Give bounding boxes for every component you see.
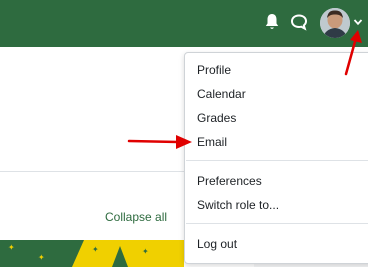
menu-item-email[interactable]: Email — [197, 135, 227, 149]
menu-item-preferences[interactable]: Preferences — [197, 174, 262, 188]
avatar[interactable] — [320, 8, 350, 38]
svg-text:✦: ✦ — [142, 247, 149, 256]
menu-divider — [186, 160, 368, 161]
menu-item-switch-role[interactable]: Switch role to... — [197, 198, 279, 212]
top-navbar — [0, 0, 368, 47]
avatar-photo — [320, 8, 350, 38]
chat-icon[interactable] — [290, 13, 308, 31]
menu-item-profile[interactable]: Profile — [197, 63, 231, 77]
menu-item-grades[interactable]: Grades — [197, 111, 236, 125]
collapse-all-link[interactable]: Collapse all — [105, 210, 167, 224]
user-menu-dropdown: Profile Calendar Grades Email Preference… — [184, 52, 368, 264]
chevron-down-icon[interactable] — [353, 18, 363, 26]
svg-text:✦: ✦ — [8, 243, 15, 252]
svg-text:✦: ✦ — [38, 253, 45, 262]
course-banner-image: ✦ ✦ ✦ ✦ — [0, 240, 184, 267]
svg-text:✦: ✦ — [92, 245, 99, 254]
menu-divider — [186, 223, 368, 224]
course-content-panel: Collapse all — [0, 47, 184, 267]
bell-icon[interactable] — [264, 13, 280, 31]
menu-item-calendar[interactable]: Calendar — [197, 87, 246, 101]
menu-item-logout[interactable]: Log out — [197, 237, 237, 251]
banner-pattern: ✦ ✦ ✦ ✦ — [0, 240, 149, 267]
divider — [0, 171, 184, 172]
